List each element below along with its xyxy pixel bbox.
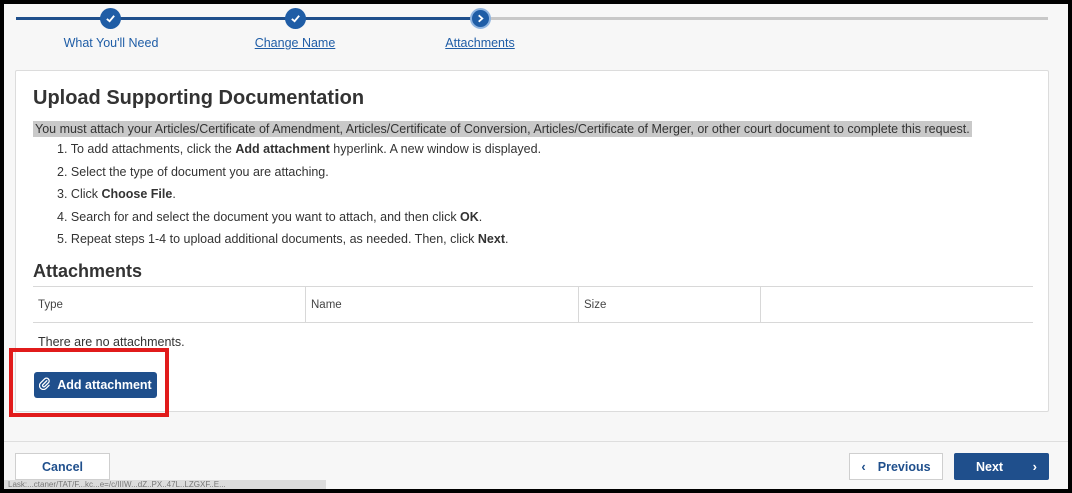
- column-header-type[interactable]: Type: [33, 287, 306, 323]
- column-header-actions: [761, 287, 1033, 323]
- instruction-item: 1. To add attachments, click the Add att…: [57, 142, 542, 156]
- progress-stepper: What You'll Need Change Name Attachments: [0, 0, 1072, 62]
- instruction-item: 3. Click Choose File.: [57, 187, 176, 201]
- step-complete-check-icon: [100, 8, 121, 29]
- cancel-label: Cancel: [42, 459, 83, 474]
- footer-divider: [4, 441, 1068, 442]
- stepper-track-remaining: [480, 17, 1048, 20]
- instruction-item: 2. Select the type of document you are a…: [57, 164, 329, 179]
- chevron-right-icon: ›: [1032, 459, 1037, 474]
- column-header-size[interactable]: Size: [579, 287, 761, 323]
- previous-label: Previous: [877, 459, 931, 474]
- page-title: Upload Supporting Documentation: [33, 87, 365, 109]
- instruction-list: 1. To add attachments, click the Add att…: [57, 138, 541, 251]
- column-header-name[interactable]: Name: [306, 287, 579, 323]
- step-current-chevron-right-icon: [470, 8, 491, 29]
- instruction-item: 4. Search for and select the document yo…: [57, 209, 483, 224]
- step-label-change-name[interactable]: Change Name: [255, 36, 336, 50]
- stepper-track-complete: [16, 17, 480, 20]
- attachments-heading: Attachments: [33, 261, 143, 281]
- empty-attachments-message: There are no attachments.: [38, 335, 185, 349]
- upload-documentation-card: Upload Supporting Documentation You must…: [15, 70, 1049, 412]
- chevron-left-icon: ‹: [861, 459, 866, 474]
- browser-status-url: Lask:...ctaner/TAT/F...kc...e=/c/IIIW...…: [4, 480, 326, 489]
- cancel-button[interactable]: Cancel: [15, 453, 110, 480]
- next-label: Next: [976, 459, 1004, 474]
- step-label-what-youll-need[interactable]: What You'll Need: [64, 36, 159, 50]
- annotation-highlight-box: [9, 348, 169, 417]
- attachments-table: Type Name Size: [33, 286, 1033, 323]
- required-attachment-notice: You must attach your Articles/Certificat…: [33, 121, 972, 137]
- step-complete-check-icon: [285, 8, 306, 29]
- instruction-item: 5. Repeat steps 1-4 to upload additional…: [57, 232, 509, 246]
- previous-button[interactable]: ‹ Previous: [849, 453, 943, 480]
- next-button[interactable]: Next ›: [954, 453, 1049, 480]
- step-label-attachments[interactable]: Attachments: [445, 36, 514, 50]
